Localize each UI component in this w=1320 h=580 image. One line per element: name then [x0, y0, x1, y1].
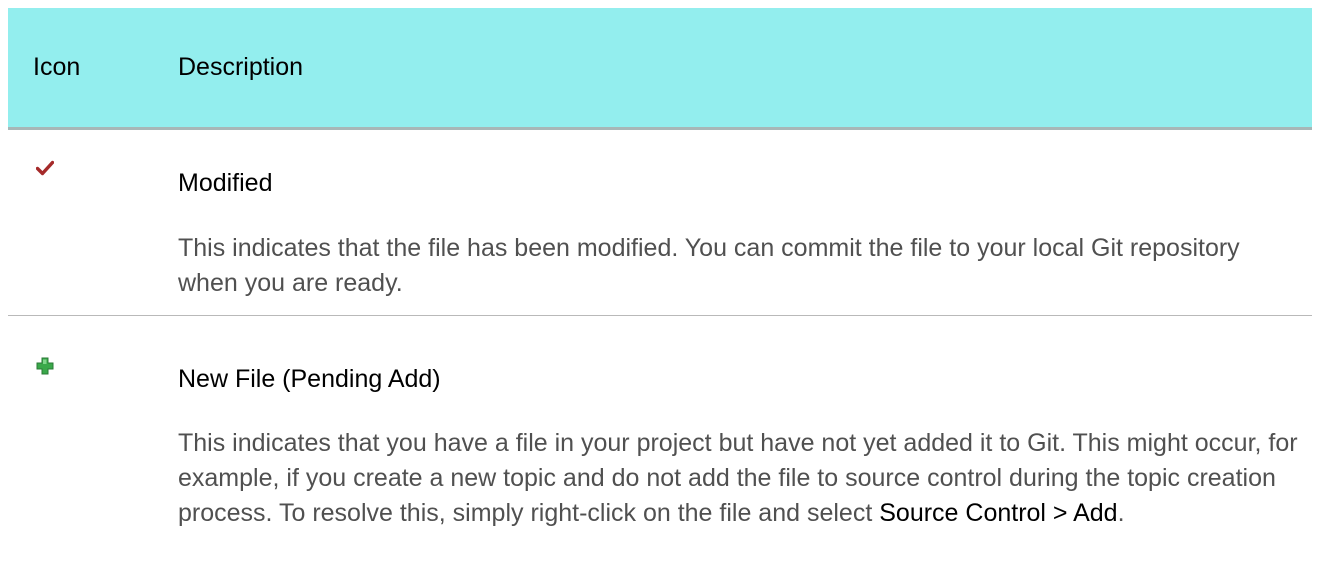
row-description-cell: New File (Pending Add) This indicates th…: [178, 316, 1312, 578]
row-body: This indicates that you have a file in y…: [178, 426, 1298, 531]
row-body-text: This indicates that you have a file in y…: [178, 429, 1298, 527]
header-description-column: Description: [178, 53, 304, 81]
row-body: This indicates that the file has been mo…: [178, 234, 1240, 297]
menu-path-source-control-add: Source Control > Add: [879, 499, 1118, 527]
header-icon-column: Icon: [33, 53, 81, 81]
row-description-cell: Modified This indicates that the file ha…: [178, 130, 1312, 315]
row-title: Modified: [178, 169, 273, 197]
row-title: New File (Pending Add): [178, 365, 441, 393]
icon-table: Icon Description Modified This indicates…: [8, 8, 1312, 578]
plus-icon: [36, 357, 178, 375]
table-header: Icon Description: [8, 8, 1312, 130]
checkmark-icon: [36, 160, 178, 176]
row-icon-cell: [8, 130, 178, 315]
table-row: New File (Pending Add) This indicates th…: [8, 316, 1312, 578]
row-icon-cell: [8, 316, 178, 578]
table-row: Modified This indicates that the file ha…: [8, 130, 1312, 316]
row-body-end: .: [1117, 499, 1125, 527]
